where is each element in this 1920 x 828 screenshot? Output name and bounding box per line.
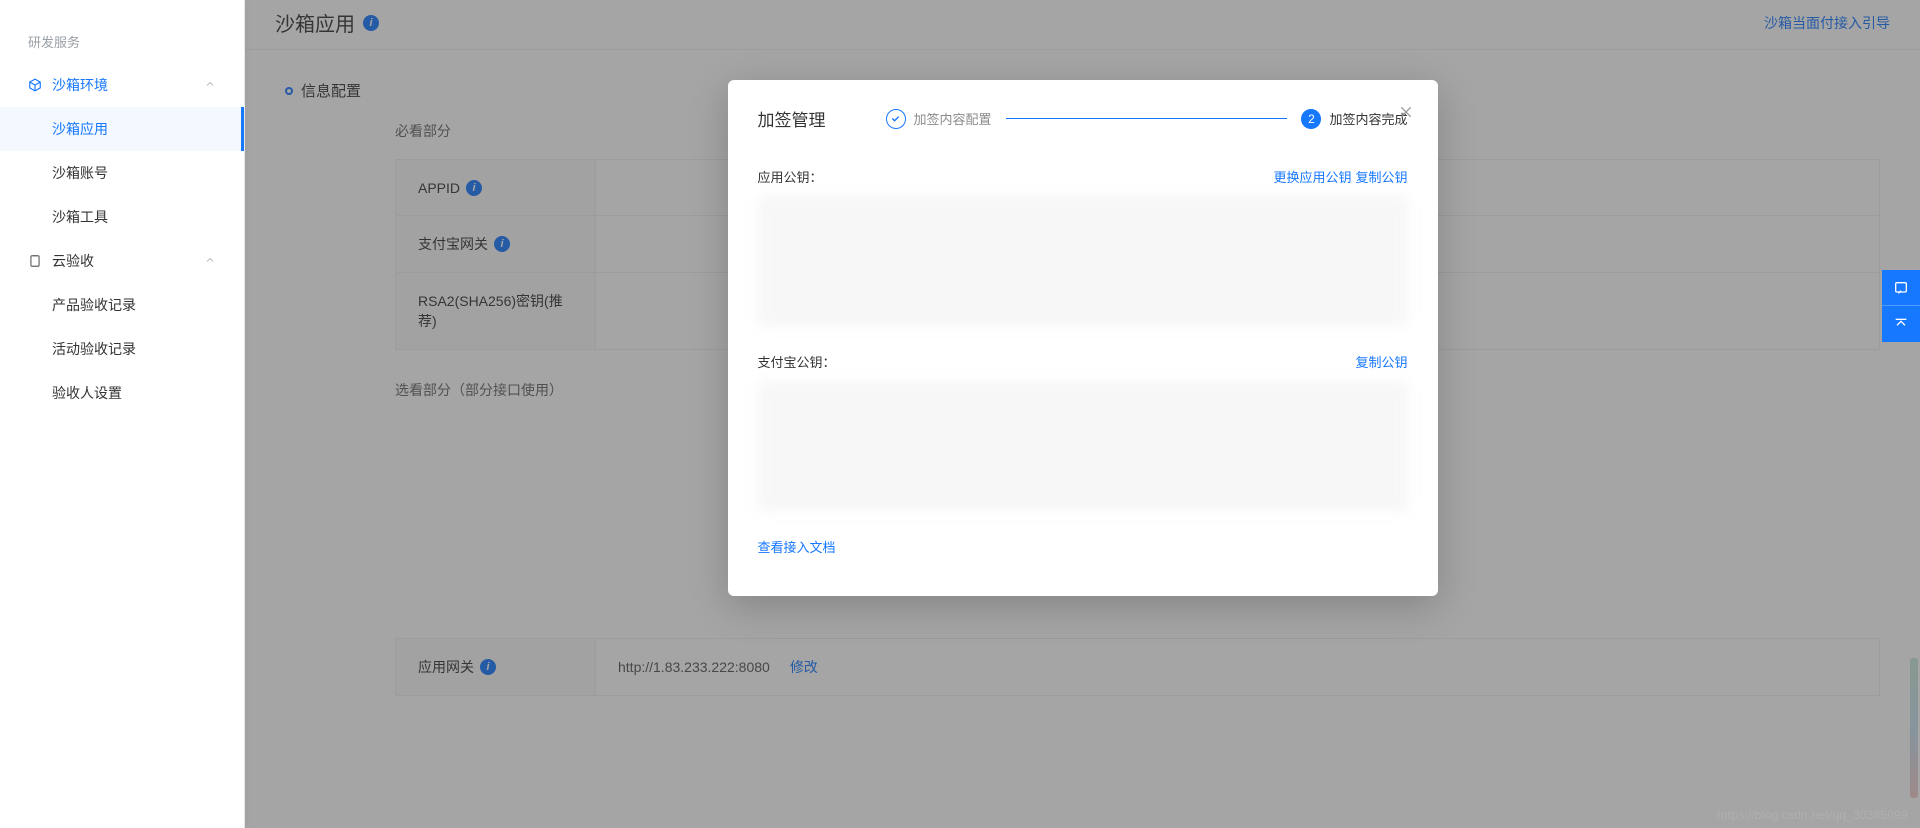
sidebar-item-sandbox-tools[interactable]: 沙箱工具 bbox=[0, 195, 244, 239]
clipboard-icon bbox=[28, 254, 42, 268]
alipay-key-content bbox=[758, 381, 1408, 511]
feedback-button[interactable] bbox=[1882, 270, 1920, 306]
replace-app-key-link[interactable]: 更换应用公钥 bbox=[1273, 167, 1351, 186]
sidebar: 研发服务 沙箱环境 沙箱应用 沙箱账号 沙箱工具 云验收 bbox=[0, 0, 245, 828]
sidebar-group-cloud-accept[interactable]: 云验收 bbox=[0, 239, 244, 283]
sidebar-item-activity-record[interactable]: 活动验收记录 bbox=[0, 327, 244, 371]
back-to-top-button[interactable] bbox=[1882, 306, 1920, 342]
view-docs-link[interactable]: 查看接入文档 bbox=[758, 537, 1408, 556]
app-public-key-block: 应用公钥： 更换应用公钥 复制公钥 bbox=[758, 167, 1408, 326]
modal-header: 加签管理 加签内容配置 2 加签内容完成 bbox=[758, 106, 1408, 131]
step-connector bbox=[1006, 118, 1288, 119]
copy-app-key-link[interactable]: 复制公钥 bbox=[1355, 167, 1407, 186]
key-label: 支付宝公钥： bbox=[758, 352, 836, 371]
chevron-up-icon bbox=[204, 253, 216, 269]
step-number-icon: 2 bbox=[1301, 109, 1321, 129]
main-area: 沙箱应用 i 沙箱当面付接入引导 信息配置 必看部分 APPID i bbox=[245, 0, 1920, 828]
float-tools bbox=[1882, 270, 1920, 342]
check-icon bbox=[886, 109, 906, 129]
sidebar-group-sandbox[interactable]: 沙箱环境 bbox=[0, 63, 244, 107]
key-header: 应用公钥： 更换应用公钥 复制公钥 bbox=[758, 167, 1408, 186]
chevron-up-icon bbox=[204, 77, 216, 93]
modal-title: 加签管理 bbox=[758, 106, 826, 131]
step-label: 加签内容配置 bbox=[914, 109, 992, 128]
sidebar-item-sandbox-account[interactable]: 沙箱账号 bbox=[0, 151, 244, 195]
sidebar-item-acceptor-setting[interactable]: 验收人设置 bbox=[0, 371, 244, 415]
alipay-public-key-block: 支付宝公钥： 复制公钥 bbox=[758, 352, 1408, 511]
sidebar-group-label: 云验收 bbox=[52, 251, 94, 271]
key-header: 支付宝公钥： 复制公钥 bbox=[758, 352, 1408, 371]
sidebar-section-title: 研发服务 bbox=[0, 20, 244, 63]
modal-overlay: 加签管理 加签内容配置 2 加签内容完成 bbox=[245, 0, 1920, 828]
sidebar-item-sandbox-app[interactable]: 沙箱应用 bbox=[0, 107, 244, 151]
steps: 加签内容配置 2 加签内容完成 bbox=[886, 109, 1408, 129]
copy-alipay-key-link[interactable]: 复制公钥 bbox=[1355, 352, 1407, 371]
step-1: 加签内容配置 bbox=[886, 109, 992, 129]
sign-management-modal: 加签管理 加签内容配置 2 加签内容完成 bbox=[728, 80, 1438, 596]
step-2: 2 加签内容完成 bbox=[1301, 109, 1407, 129]
sidebar-item-product-record[interactable]: 产品验收记录 bbox=[0, 283, 244, 327]
watermark: https://blog.csdn.net/qq_30385099 bbox=[1717, 808, 1908, 822]
app-key-content bbox=[758, 196, 1408, 326]
key-label: 应用公钥： bbox=[758, 167, 823, 186]
sidebar-group-label: 沙箱环境 bbox=[52, 75, 108, 95]
close-button[interactable] bbox=[1394, 100, 1418, 124]
cube-icon bbox=[28, 78, 42, 92]
